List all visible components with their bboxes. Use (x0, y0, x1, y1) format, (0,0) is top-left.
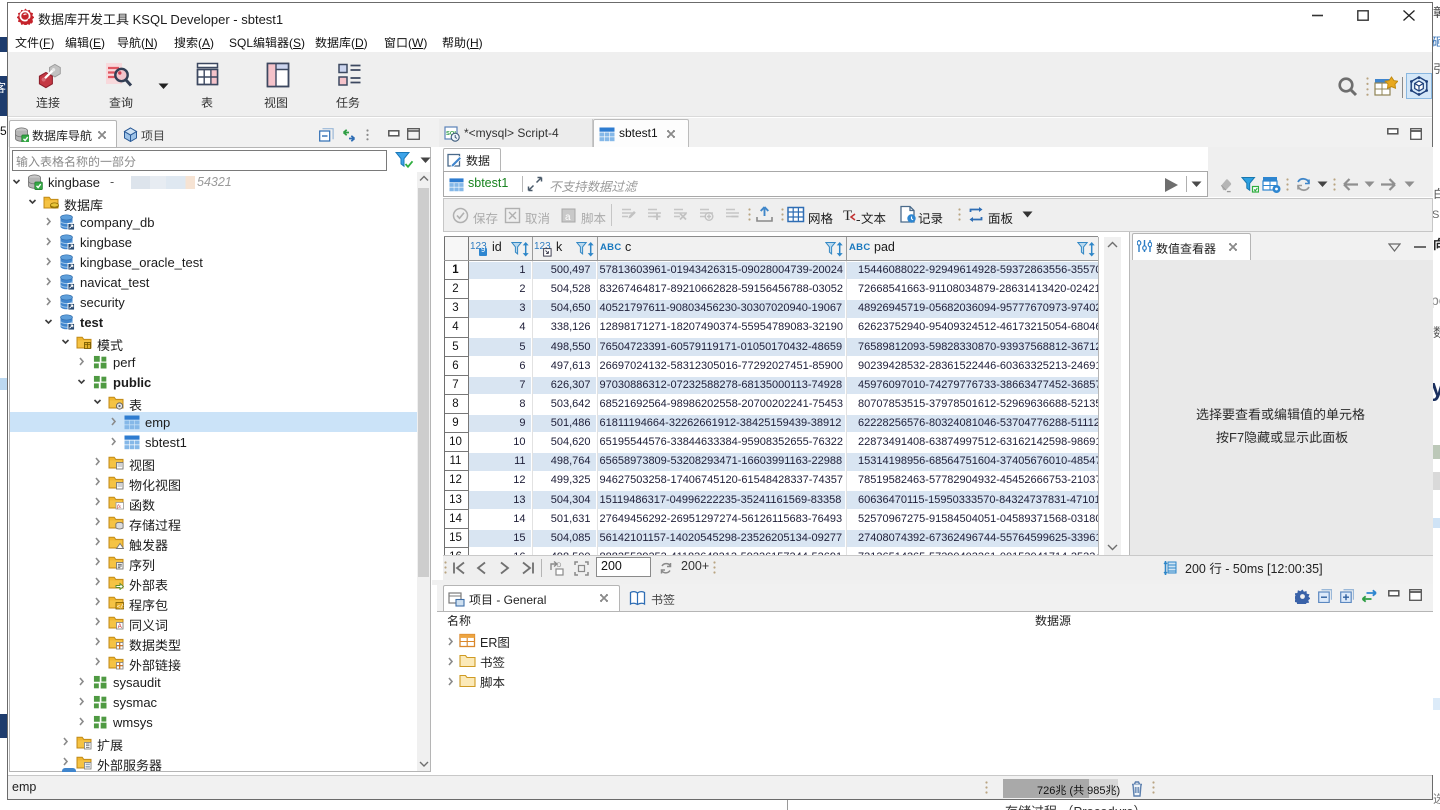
svg-text:a: a (565, 212, 571, 223)
svg-text:T: T (843, 208, 852, 224)
svg-text:A: A (118, 624, 122, 630)
svg-text:fx: fx (117, 503, 122, 510)
svg-text:D: D (557, 563, 562, 569)
svg-text:</>: </> (117, 604, 124, 610)
